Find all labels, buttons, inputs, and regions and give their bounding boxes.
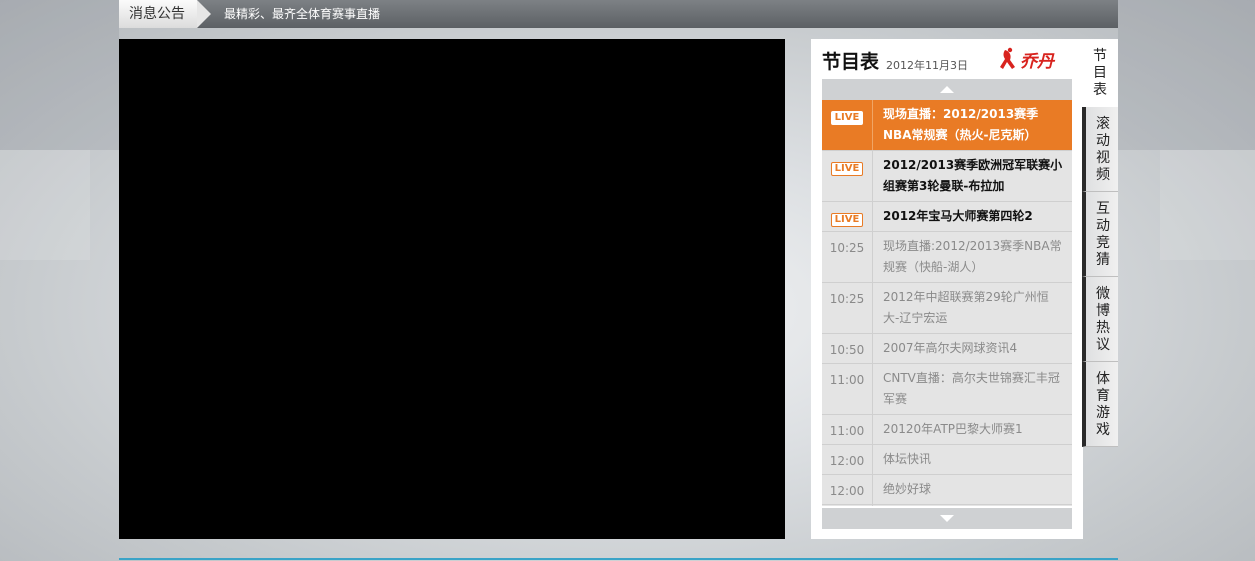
- background-panel: [1118, 0, 1255, 150]
- program-time: 10:25: [822, 232, 873, 282]
- program-time: 11:00: [822, 364, 873, 414]
- schedule-date: 2012年11月3日: [886, 59, 968, 72]
- background-panel: [0, 150, 90, 260]
- program-title[interactable]: 绝妙好球: [873, 475, 1072, 504]
- notice-text[interactable]: 最精彩、最齐全体育赛事直播: [224, 0, 380, 28]
- notice-bar: 消息公告 最精彩、最齐全体育赛事直播: [119, 0, 1118, 28]
- side-tab[interactable]: 互动竞猜: [1082, 192, 1118, 277]
- program-time: 12:00: [822, 475, 873, 504]
- background-panel: [0, 0, 119, 150]
- video-player[interactable]: [119, 39, 785, 539]
- side-tab[interactable]: 滚动视频: [1082, 107, 1118, 192]
- side-tab[interactable]: 节目表: [1082, 39, 1118, 107]
- program-title[interactable]: 现场直播：2012/2013赛季NBA常规赛（热火-尼克斯）: [873, 100, 1072, 150]
- scroll-up-button[interactable]: [822, 79, 1072, 100]
- program-row[interactable]: 11:00 CNTV直播：高尔夫世锦赛汇丰冠军赛: [822, 364, 1072, 415]
- program-title[interactable]: 现场直播:2012/2013赛季NBA常规赛: [873, 505, 1072, 506]
- program-title[interactable]: CNTV直播：高尔夫世锦赛汇丰冠军赛: [873, 364, 1072, 414]
- program-time: 12:00: [822, 445, 873, 474]
- program-time: 11:00: [822, 415, 873, 444]
- side-tab[interactable]: 体育游戏: [1082, 362, 1118, 447]
- program-row[interactable]: 12:00 绝妙好球: [822, 475, 1072, 505]
- program-time: 10:25: [822, 283, 873, 333]
- side-tabs: 节目表 滚动视频 互动竞猜 微博热议 体育游戏: [1082, 39, 1118, 447]
- program-row[interactable]: 10:50 2007年高尔夫网球资讯4: [822, 334, 1072, 364]
- program-row[interactable]: 12:00 体坛快讯: [822, 445, 1072, 475]
- program-title[interactable]: 2007年高尔夫网球资讯4: [873, 334, 1072, 363]
- program-list[interactable]: LIVE 现场直播：2012/2013赛季NBA常规赛（热火-尼克斯） LIVE 20…: [822, 100, 1072, 506]
- schedule-panel: 节目表 2012年11月3日 乔丹 LIVE 现场直播：2012/2013赛季NB…: [811, 39, 1083, 539]
- program-row[interactable]: 12:25现场直播:2012/2013赛季NBA常规赛: [822, 505, 1072, 506]
- notice-tag: 消息公告: [119, 0, 197, 28]
- live-badge: LIVE: [830, 162, 864, 176]
- bottom-divider: [119, 558, 1118, 560]
- program-title[interactable]: 20120年ATP巴黎大师赛1: [873, 415, 1072, 444]
- qiaodan-logo: 乔丹: [1000, 47, 1056, 72]
- program-title[interactable]: 2012年宝马大师赛第四轮2: [873, 202, 1072, 231]
- program-row[interactable]: LIVE 2012年宝马大师赛第四轮2: [822, 202, 1072, 232]
- schedule-title: 节目表: [822, 51, 880, 73]
- arrow-down-icon: [940, 515, 954, 522]
- program-title[interactable]: 体坛快讯: [873, 445, 1072, 474]
- scroll-down-button[interactable]: [822, 508, 1072, 529]
- program-row[interactable]: 10:25 2012年中超联赛第29轮广州恒大-辽宁宏运: [822, 283, 1072, 334]
- program-time: 10:50: [822, 334, 873, 363]
- notice-arrow-icon: [197, 0, 211, 28]
- live-badge-cell: LIVE: [822, 202, 873, 231]
- program-row[interactable]: LIVE 2012/2013赛季欧洲冠军联赛小组赛第3轮曼联-布拉加: [822, 151, 1072, 202]
- program-title[interactable]: 2012/2013赛季欧洲冠军联赛小组赛第3轮曼联-布拉加: [873, 151, 1072, 201]
- background-panel: [1160, 150, 1255, 260]
- program-row[interactable]: 10:25 现场直播:2012/2013赛季NBA常规赛（快船-湖人）: [822, 232, 1072, 283]
- side-tab[interactable]: 微博热议: [1082, 277, 1118, 362]
- arrow-up-icon: [940, 86, 954, 93]
- live-badge-cell: LIVE: [822, 151, 873, 201]
- live-badge: LIVE: [830, 213, 864, 227]
- program-title[interactable]: 2012年中超联赛第29轮广州恒大-辽宁宏运: [873, 283, 1072, 333]
- logo-text: 乔丹: [1020, 52, 1056, 72]
- program-title[interactable]: 现场直播:2012/2013赛季NBA常规赛（快船-湖人）: [873, 232, 1072, 282]
- program-time: 12:25: [822, 505, 873, 506]
- live-badge-cell: LIVE: [822, 100, 873, 150]
- live-badge: LIVE: [830, 111, 864, 125]
- program-row[interactable]: 11:00 20120年ATP巴黎大师赛1: [822, 415, 1072, 445]
- program-row[interactable]: LIVE 现场直播：2012/2013赛季NBA常规赛（热火-尼克斯）: [822, 100, 1072, 151]
